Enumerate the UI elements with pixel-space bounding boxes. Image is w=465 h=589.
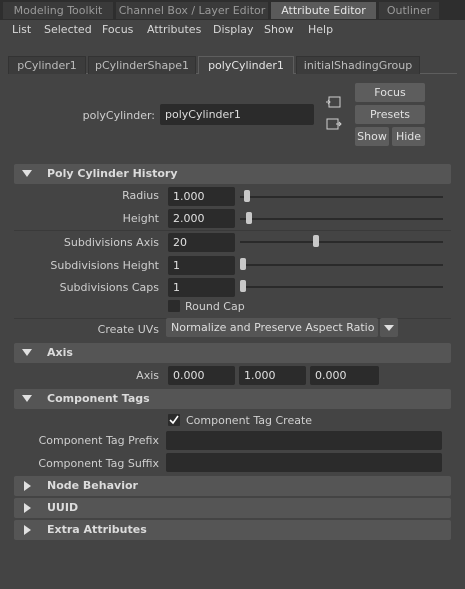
create-uvs-dropdown[interactable]: Normalize and Preserve Aspect Ratio	[166, 318, 378, 337]
round-cap-checkbox[interactable]	[168, 300, 180, 312]
subdivisions-height-label: Subdivisions Height	[50, 259, 159, 272]
component-tag-suffix-label: Component Tag Suffix	[38, 457, 159, 470]
radius-slider-track[interactable]	[240, 196, 443, 198]
node-name-label: polyCylinder:	[82, 109, 155, 122]
height-label: Height	[122, 212, 159, 225]
create-uvs-label: Create UVs	[97, 323, 159, 336]
collapse-arrow-icon	[24, 503, 31, 513]
radius-slider-thumb[interactable]	[243, 190, 250, 202]
menu-display[interactable]: Display	[213, 22, 254, 38]
axis-y-field[interactable]: 1.000	[239, 366, 306, 385]
subdivisions-height-field[interactable]: 1	[168, 256, 235, 275]
height-field[interactable]: 2.000	[168, 209, 235, 228]
menu-help[interactable]: Help	[308, 22, 333, 38]
check-icon	[169, 415, 179, 425]
create-uvs-dropdown-button[interactable]	[380, 318, 398, 337]
node-tab-pcylinder1[interactable]: pCylinder1	[8, 56, 86, 74]
section-title: Node Behavior	[47, 479, 138, 492]
height-slider-thumb[interactable]	[245, 212, 252, 224]
tab-channel-box[interactable]: Channel Box / Layer Editor	[116, 2, 268, 19]
subdivisions-height-slider-thumb[interactable]	[240, 258, 246, 270]
node-tab-polycylinder1[interactable]: polyCylinder1	[198, 56, 294, 74]
subdivisions-caps-slider-track[interactable]	[240, 286, 443, 288]
chevron-down-icon	[384, 325, 394, 331]
subdivisions-axis-field[interactable]: 20	[168, 233, 235, 252]
expand-arrow-icon	[22, 395, 32, 402]
collapse-arrow-icon	[24, 525, 31, 535]
show-button[interactable]: Show	[355, 127, 389, 146]
component-tag-prefix-label: Component Tag Prefix	[38, 434, 159, 447]
select-node-icon[interactable]	[325, 95, 343, 109]
node-name-field[interactable]: polyCylinder1	[160, 104, 314, 125]
axis-x-field[interactable]: 0.000	[168, 366, 235, 385]
subdivisions-caps-label: Subdivisions Caps	[59, 281, 159, 294]
section-uuid[interactable]: UUID	[14, 498, 451, 518]
section-extra-attributes[interactable]: Extra Attributes	[14, 520, 451, 540]
component-tag-create-label: Component Tag Create	[186, 414, 313, 427]
component-tag-prefix-field[interactable]	[166, 431, 442, 450]
section-title: Extra Attributes	[47, 523, 147, 536]
subdivisions-caps-field[interactable]: 1	[168, 278, 235, 297]
section-component-tags[interactable]: Component Tags	[14, 389, 451, 409]
subdivisions-axis-slider-track[interactable]	[240, 241, 443, 243]
collapse-arrow-icon	[24, 481, 31, 491]
section-axis[interactable]: Axis	[14, 343, 451, 363]
menu-focus[interactable]: Focus	[102, 22, 133, 38]
section-title: Poly Cylinder History	[47, 167, 178, 180]
radius-label: Radius	[122, 189, 159, 202]
tab-attribute-editor[interactable]: Attribute Editor	[271, 2, 376, 19]
hide-button[interactable]: Hide	[392, 127, 425, 146]
presets-button[interactable]: Presets	[355, 105, 425, 124]
load-node-icon[interactable]	[325, 117, 343, 131]
subdivisions-caps-slider-thumb[interactable]	[240, 280, 246, 292]
section-node-behavior[interactable]: Node Behavior	[14, 476, 451, 496]
expand-arrow-icon	[22, 349, 32, 356]
subdivisions-height-slider-track[interactable]	[240, 264, 443, 266]
menu-selected[interactable]: Selected	[44, 22, 92, 38]
section-title: Axis	[47, 346, 73, 359]
section-title: UUID	[47, 501, 79, 514]
round-cap-label: Round Cap	[185, 300, 245, 313]
node-tab-initialshadinggroup[interactable]: initialShadingGroup	[296, 56, 420, 74]
expand-arrow-icon	[22, 170, 32, 177]
subdivisions-axis-slider-thumb[interactable]	[312, 235, 319, 247]
section-poly-cylinder-history[interactable]: Poly Cylinder History	[14, 164, 451, 184]
radius-field[interactable]: 1.000	[168, 187, 235, 206]
component-tag-suffix-field[interactable]	[166, 453, 442, 472]
component-tag-create-checkbox[interactable]	[168, 414, 180, 426]
section-title: Component Tags	[47, 392, 150, 405]
focus-button[interactable]: Focus	[355, 83, 425, 102]
subdivisions-axis-label: Subdivisions Axis	[63, 236, 159, 249]
menu-list[interactable]: List	[12, 22, 31, 38]
tab-outliner[interactable]: Outliner	[379, 2, 439, 19]
tab-modeling-toolkit[interactable]: Modeling Toolkit	[3, 2, 113, 19]
node-tab-pcylindershape1[interactable]: pCylinderShape1	[88, 56, 196, 74]
menu-show[interactable]: Show	[264, 22, 294, 38]
axis-label: Axis	[136, 369, 159, 382]
menu-attributes[interactable]: Attributes	[147, 22, 201, 38]
axis-z-field[interactable]: 0.000	[310, 366, 379, 385]
divider	[14, 230, 451, 231]
height-slider-track[interactable]	[240, 218, 443, 220]
